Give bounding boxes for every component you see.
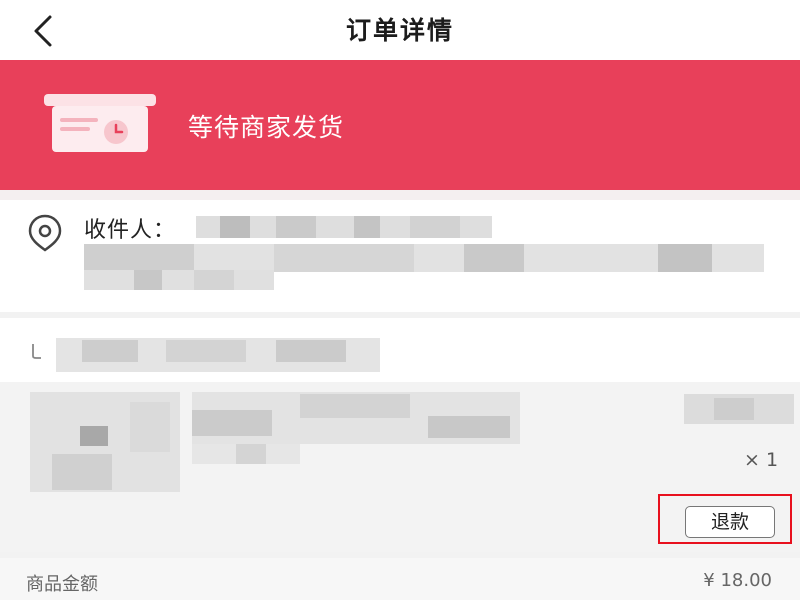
price-summary-row: [0, 558, 800, 600]
redacted-recipient-name: [196, 216, 492, 238]
redacted-product-spec: [192, 444, 300, 464]
product-thumbnail: [30, 392, 180, 492]
store-icon: [32, 344, 41, 359]
annotation-highlight-box: [658, 494, 792, 544]
page-title: 订单详情: [345, 16, 454, 45]
redacted-address-line: [84, 244, 764, 272]
product-quantity: × 1: [744, 449, 779, 471]
redacted-product-title: [192, 392, 520, 444]
goods-amount-label: 商品金额: [26, 574, 98, 595]
redacted-store-name: [56, 338, 380, 372]
box-clock-icon: [44, 94, 156, 152]
order-status-text: 等待商家发货: [188, 113, 345, 142]
goods-amount-value: ¥ 18.00: [703, 570, 772, 591]
redacted-product-price: [684, 394, 794, 424]
redacted-address-line-2: [84, 270, 274, 290]
recipient-label: 收件人：: [84, 218, 177, 243]
location-pin-icon: [28, 214, 62, 252]
